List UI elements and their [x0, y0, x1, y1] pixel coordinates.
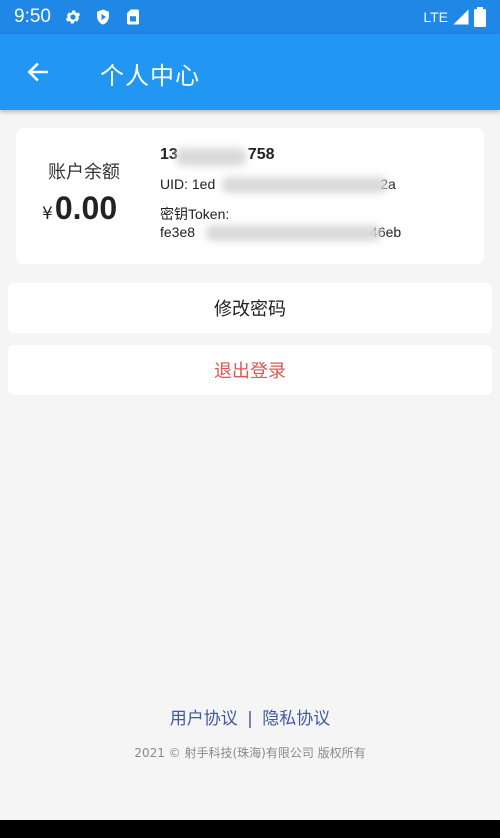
change-password-button[interactable]: 修改密码: [8, 283, 492, 333]
currency-symbol: ¥: [42, 204, 53, 224]
sim-card-icon: [127, 9, 139, 25]
page-title: 个人中心: [100, 62, 200, 90]
user-agreement-link[interactable]: 用户协议: [170, 704, 238, 729]
footer-links: 用户协议 | 隐私协议: [0, 704, 500, 729]
system-nav-bar: [0, 820, 500, 838]
token-label: 密钥Token:: [160, 206, 230, 222]
settings-icon: [65, 10, 81, 24]
uid-prefix: UID: 1ed: [160, 176, 216, 192]
network-type: LTE: [423, 9, 448, 25]
battery-icon: [474, 7, 486, 27]
copyright-text: 2021 © 射手科技(珠海)有限公司 版权所有: [134, 746, 366, 760]
shield-play-icon: [97, 9, 109, 25]
status-right: LTE: [423, 7, 486, 27]
uid-redaction: [222, 177, 387, 193]
signal-icon: [453, 9, 469, 25]
arrow-left-icon: [27, 62, 48, 82]
app-bar: 个人中心: [0, 34, 500, 110]
phone-suffix: 758: [247, 146, 275, 163]
status-time: 9:50: [14, 6, 51, 27]
balance-label: 账户余额: [48, 162, 120, 183]
phone-redaction: [176, 148, 246, 166]
footer-separator: |: [247, 709, 253, 729]
account-card: 账户余额 ¥ 0.00 13 758 UID: 1ed 2a 密钥Token: fe…: [16, 128, 484, 264]
token-redaction: [206, 225, 381, 241]
logout-button[interactable]: 退出登录: [8, 345, 492, 395]
balance-value: ¥ 0.00: [42, 190, 117, 227]
token-prefix: fe3e8: [160, 224, 196, 240]
status-bar: 9:50 LTE: [0, 0, 500, 34]
privacy-policy-link[interactable]: 隐私协议: [262, 704, 330, 729]
balance-amount: 0.00: [54, 190, 118, 226]
back-button[interactable]: [18, 52, 58, 92]
